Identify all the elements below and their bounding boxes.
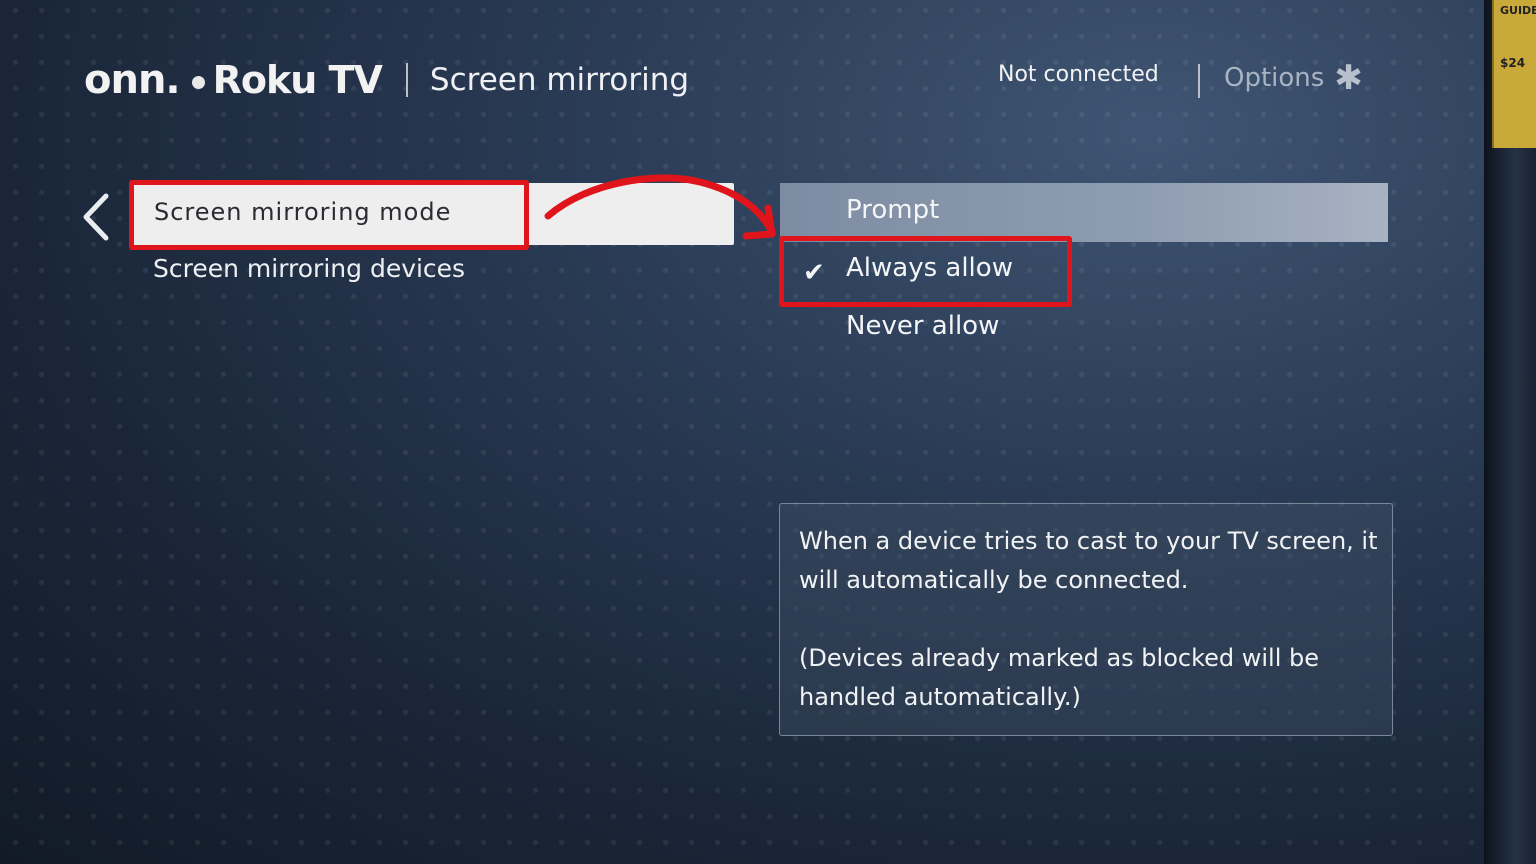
connection-status: Not connected <box>998 62 1159 87</box>
annotation-box-mode <box>129 180 529 250</box>
onn-logo: onn. <box>84 57 181 103</box>
logo-dot <box>191 75 205 89</box>
page-title: Screen mirroring <box>429 62 690 98</box>
energy-guide-sticker: GUIDE $24 <box>1492 0 1536 148</box>
annotation-box-always-allow <box>779 236 1072 307</box>
chevron-left-icon[interactable] <box>78 190 118 244</box>
description-note: (Devices already marked as blocked will … <box>799 644 1320 711</box>
asterisk-icon: ✱ <box>1334 58 1363 98</box>
roku-tv-logo: Roku TV <box>212 58 383 102</box>
options-label: Options <box>1224 63 1325 93</box>
header-brand: onn. Roku TV Screen mirroring <box>84 52 689 108</box>
header-divider <box>405 63 408 97</box>
options-button[interactable]: Options ✱ <box>1224 58 1363 98</box>
menu-item-screen-mirroring-devices[interactable]: Screen mirroring devices <box>153 254 465 283</box>
status-divider <box>1198 64 1200 98</box>
option-description-panel: When a device tries to cast to your TV s… <box>779 503 1393 736</box>
annotation-arrow <box>544 174 776 240</box>
option-never-allow[interactable]: Never allow <box>846 311 999 341</box>
description-text: When a device tries to cast to your TV s… <box>799 527 1378 594</box>
sticker-text: GUIDE <box>1500 4 1536 17</box>
sticker-price: $24 <box>1500 56 1526 70</box>
option-prompt[interactable]: Prompt <box>846 195 939 225</box>
